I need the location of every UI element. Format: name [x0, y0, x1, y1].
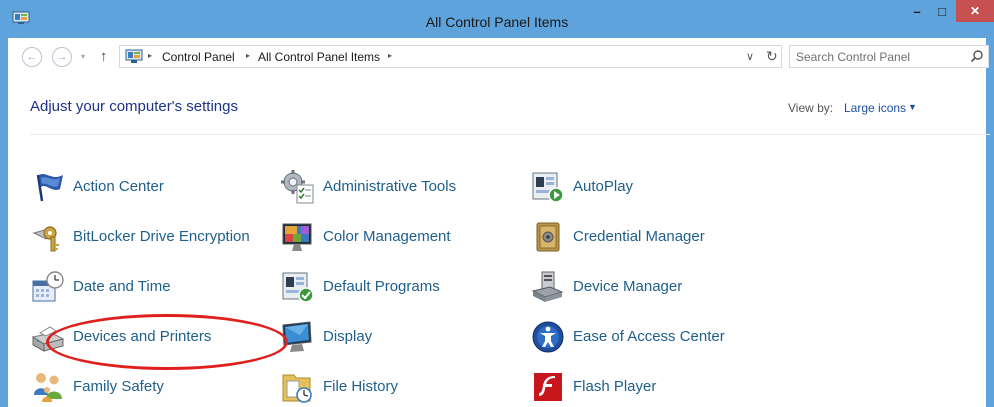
item-label: Default Programs — [323, 278, 440, 295]
item-color-management[interactable]: Color Management — [280, 219, 500, 259]
maximize-icon: □ — [938, 3, 946, 19]
view-by-label: View by: — [788, 101, 834, 115]
address-dropdown-icon[interactable]: ∨ — [746, 50, 754, 63]
item-label: Display — [323, 328, 373, 345]
up-arrow-icon[interactable]: ↑ — [100, 48, 108, 65]
back-arrow-icon: ← — [26, 51, 38, 63]
navigation-bar: ← → ▾ ↑ ▸ Control Panel ▸ All Control Pa… — [8, 38, 989, 76]
item-default-programs[interactable]: Default Programs — [280, 269, 500, 309]
item-label: BitLocker Drive Encryption — [73, 228, 250, 245]
divider — [30, 134, 990, 135]
item-family-safety[interactable]: Family Safety — [30, 369, 250, 407]
search-box[interactable] — [789, 45, 989, 68]
item-label: AutoPlay — [573, 178, 634, 195]
minimize-icon: – — [913, 3, 921, 19]
highlight-circle — [46, 314, 288, 370]
item-action-center[interactable]: Action Center — [30, 169, 250, 209]
breadcrumb-control-panel[interactable]: Control Panel — [162, 50, 235, 64]
breadcrumb-separator-icon[interactable]: ▸ — [388, 51, 392, 60]
breadcrumb-separator-icon[interactable]: ▸ — [246, 51, 250, 60]
refresh-icon[interactable]: ↻ — [766, 48, 778, 65]
item-credential-manager[interactable]: Credential Manager — [530, 219, 750, 259]
item-administrative-tools[interactable]: Administrative Tools — [280, 169, 500, 209]
item-label: Flash Player — [573, 378, 657, 395]
forward-button[interactable]: → — [52, 47, 72, 67]
item-autoplay[interactable]: AutoPlay — [530, 169, 750, 209]
admin-tools-icon — [281, 170, 314, 204]
device-manager-icon — [531, 271, 564, 302]
close-button[interactable]: ✕ — [956, 0, 994, 22]
item-label: Administrative Tools — [323, 178, 457, 195]
view-by-dropdown[interactable]: Large icons — [844, 101, 906, 115]
close-icon: ✕ — [969, 4, 981, 18]
item-bitlocker-drive-encryption[interactable]: BitLocker Drive Encryption — [30, 219, 270, 259]
family-icon — [34, 373, 62, 402]
item-file-history[interactable]: File History — [280, 369, 500, 407]
search-icon[interactable] — [970, 49, 984, 63]
maximize-button[interactable]: □ — [930, 0, 954, 22]
item-device-manager[interactable]: Device Manager — [530, 269, 750, 309]
item-label: Color Management — [323, 228, 451, 245]
breadcrumb-all-items[interactable]: All Control Panel Items — [258, 50, 380, 64]
item-label: Action Center — [73, 178, 164, 195]
content-pane: Adjust your computer's settings View by:… — [8, 76, 990, 407]
forward-arrow-icon: → — [56, 51, 68, 63]
item-label: Date and Time — [73, 278, 171, 295]
title-bar[interactable]: All Control Panel Items – □ ✕ — [0, 0, 994, 38]
default-programs-icon — [282, 272, 314, 303]
recent-locations-chevron-icon[interactable]: ▾ — [81, 52, 85, 61]
item-display[interactable]: Display — [280, 319, 500, 359]
item-label: Credential Manager — [573, 228, 705, 245]
view-by-caret-icon[interactable]: ▼ — [908, 102, 917, 112]
control-panel-icon — [125, 49, 143, 63]
back-button[interactable]: ← — [22, 47, 42, 67]
bitlocker-key-icon — [32, 226, 59, 252]
calendar-clock-icon — [32, 271, 64, 302]
flag-icon — [36, 174, 63, 202]
minimize-button[interactable]: – — [906, 0, 928, 22]
page-title: Adjust your computer's settings — [30, 98, 238, 115]
item-date-and-time[interactable]: Date and Time — [30, 269, 250, 309]
flash-icon — [534, 373, 562, 401]
item-ease-of-access-center[interactable]: Ease of Access Center — [530, 319, 750, 359]
address-bar[interactable]: ▸ Control Panel ▸ All Control Panel Item… — [119, 45, 782, 68]
window-title: All Control Panel Items — [425, 14, 569, 30]
search-input[interactable] — [796, 49, 956, 65]
item-label: Device Manager — [573, 278, 683, 295]
item-label: Family Safety — [73, 378, 164, 395]
ease-of-access-icon — [532, 321, 564, 353]
item-label: Ease of Access Center — [573, 328, 725, 345]
item-label: File History — [323, 378, 399, 395]
vault-icon — [536, 222, 560, 252]
autoplay-icon — [532, 172, 564, 203]
color-management-icon — [282, 223, 312, 251]
item-flash-player[interactable]: Flash Player — [530, 369, 750, 407]
file-history-icon — [282, 374, 312, 403]
breadcrumb-separator-icon[interactable]: ▸ — [148, 51, 152, 60]
